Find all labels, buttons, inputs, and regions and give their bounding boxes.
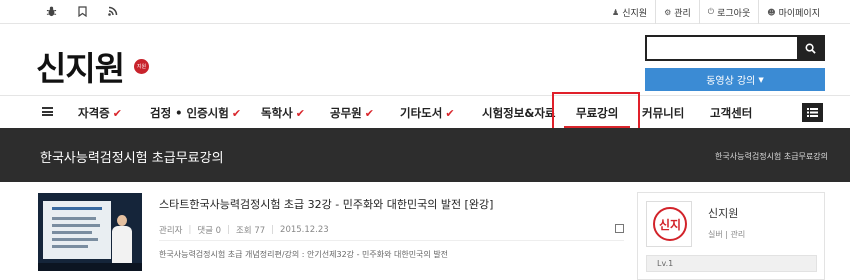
rss-icon[interactable] <box>107 5 119 17</box>
nav-item-civil-service[interactable]: 공무원 ✔ <box>330 105 374 121</box>
post-date: 2015.12.23 <box>280 225 329 235</box>
search-input[interactable] <box>647 37 797 59</box>
nav-item-self-study[interactable]: 독학사 ✔ <box>261 105 305 121</box>
post-author: 관리자 <box>159 226 183 236</box>
breadcrumb[interactable]: 한국사능력검정시험 초급무료강의 <box>715 151 828 162</box>
nav-item-label: 자격증 <box>78 106 110 120</box>
profile-level: Lv.1 <box>646 255 817 272</box>
caret-down-icon: ▼ <box>758 75 764 84</box>
nav-item-label: 시험정보&자료 <box>482 106 556 120</box>
user-circle-icon: ☻ <box>767 7 776 17</box>
post-description: 한국사능력검정시험 초급 개념정리편/강의 : 안기선제32강 - 민주화와 대… <box>159 250 449 259</box>
lecturer-figure <box>112 215 132 266</box>
bookmark-icon[interactable] <box>76 5 88 17</box>
profile-name: 신지원 <box>708 207 739 220</box>
nav-item-label: 고객센터 <box>710 106 753 120</box>
profile-role: 실버 | 관리 <box>708 230 746 239</box>
check-icon: ✔ <box>112 107 122 120</box>
search-button[interactable] <box>797 37 823 59</box>
admin-link[interactable]: ⚙ 관리 <box>655 0 699 24</box>
check-icon: ✔ <box>364 107 374 120</box>
user-link[interactable]: ♟ 신지원 <box>604 0 655 24</box>
check-icon: ✔ <box>445 107 455 120</box>
avatar[interactable]: 신지 <box>646 201 692 247</box>
nav-item-other-books[interactable]: 기타도서 ✔ <box>400 105 455 121</box>
post-title[interactable]: 스타트한국사능력검정시험 초급 32강 - 민주화와 대한민국의 발전 [완강] <box>159 196 493 212</box>
admin-link-label: 관리 <box>674 8 691 19</box>
hamburger-menu-icon[interactable] <box>42 107 53 116</box>
post-comments: 댓글 0 <box>197 226 222 236</box>
logout-link[interactable]: ⏻ 로그아웃 <box>698 0 758 24</box>
user-link-label: 신지원 <box>622 8 648 19</box>
top-right-links: ♟ 신지원 ⚙ 관리 ⏻ 로그아웃 ☻ 마이페이지 <box>604 0 828 24</box>
check-icon: ✔ <box>231 107 242 120</box>
site-logo[interactable]: 신지원 <box>36 42 125 90</box>
check-icon: ✔ <box>295 107 305 120</box>
lecture-slide <box>43 201 111 259</box>
user-icon: ♟ <box>612 7 620 17</box>
list-view-button[interactable] <box>802 103 823 122</box>
top-utility-bar: ♟ 신지원 ⚙ 관리 ⏻ 로그아웃 ☻ 마이페이지 <box>0 0 850 24</box>
nav-item-certificate[interactable]: 자격증 ✔ <box>78 105 122 121</box>
power-icon: ⏻ <box>707 7 715 16</box>
video-lecture-button[interactable]: 동영상 강의 ▼ <box>645 68 825 91</box>
nav-item-label: 기타도서 <box>400 106 443 120</box>
list-icon <box>807 108 818 117</box>
page-title: 한국사능력검정시험 초급무료강의 <box>40 151 224 166</box>
search-icon <box>805 43 816 54</box>
post-views: 조회 77 <box>235 226 266 236</box>
nav-item-customer-center[interactable]: 고객센터 <box>710 105 752 121</box>
avatar-seal: 신지 <box>653 207 687 241</box>
video-control-bar <box>38 263 142 271</box>
nav-item-exam-info[interactable]: 시험정보&자료 <box>482 105 556 121</box>
profile-card: 신지 신지원 실버 | 관리 Lv.1 <box>637 192 825 280</box>
nav-item-community[interactable]: 커뮤니티 <box>642 105 684 121</box>
nav-item-label: 커뮤니티 <box>642 106 685 120</box>
post-meta: 관리자 | 댓글 0 | 조회 77 | 2015.12.23 <box>159 225 329 236</box>
page-banner: 한국사능력검정시험 초급무료강의 한국사능력검정시험 초급무료강의 <box>0 128 850 182</box>
post-thumbnail[interactable] <box>38 193 142 271</box>
bug-icon[interactable] <box>45 5 57 17</box>
mypage-link[interactable]: ☻ 마이페이지 <box>758 0 828 24</box>
post-select-checkbox[interactable] <box>615 224 624 233</box>
nav-item-label: 검정 • 인증시험 <box>150 106 229 120</box>
logout-link-label: 로그아웃 <box>717 8 751 19</box>
video-lecture-label: 동영상 강의 <box>706 76 756 87</box>
nav-item-label: 공무원 <box>330 106 362 120</box>
top-left-icons <box>45 5 119 17</box>
logo-seal: 지원 <box>134 59 149 74</box>
main-nav: 자격증 ✔ 검정 • 인증시험 ✔ 독학사 ✔ 공무원 ✔ 기타도서 ✔ 시험정보&자료 … <box>0 92 850 134</box>
post-divider <box>159 240 624 241</box>
mypage-link-label: 마이페이지 <box>778 8 820 19</box>
nav-item-label: 독학사 <box>261 106 293 120</box>
gear-icon: ⚙ <box>664 7 672 17</box>
search-box <box>645 35 825 61</box>
nav-item-exam[interactable]: 검정 • 인증시험 ✔ <box>150 105 241 121</box>
